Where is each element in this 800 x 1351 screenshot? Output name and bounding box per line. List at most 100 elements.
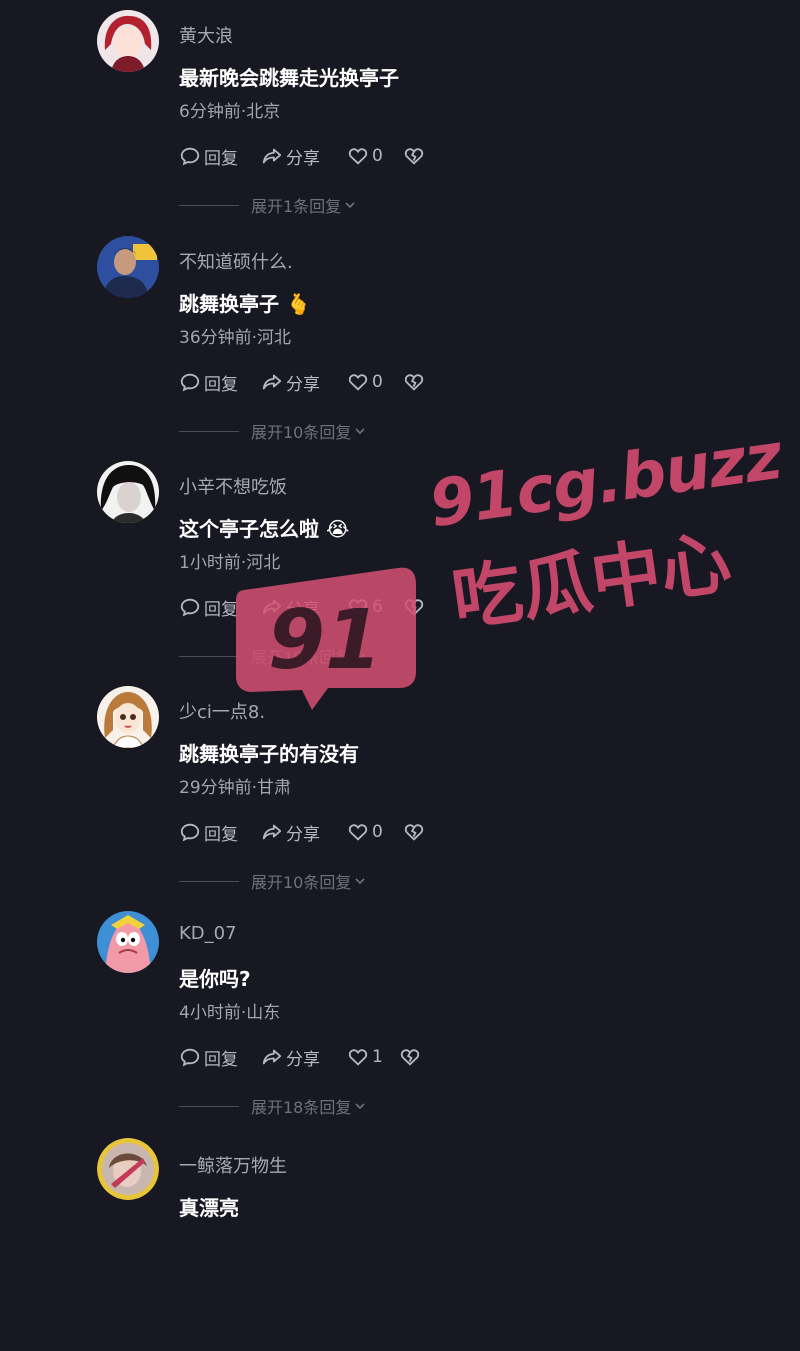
reply-label: 回复: [204, 599, 238, 620]
expand-divider: [179, 655, 239, 657]
share-button[interactable]: 分享: [261, 1044, 320, 1070]
dislike-button[interactable]: [403, 594, 428, 620]
comment-actions: 回复 分享 0: [179, 143, 459, 169]
comment-text: 这个亭子怎么啦 😭: [179, 517, 350, 541]
share-button[interactable]: 分享: [261, 143, 320, 169]
comment-username[interactable]: KD_07: [179, 923, 237, 944]
speech-bubble-icon: [180, 598, 200, 617]
like-count: 1: [372, 1047, 383, 1067]
comment-username[interactable]: 不知道硕什么.: [179, 248, 293, 274]
user-avatar-icon: [97, 911, 159, 973]
comment-username[interactable]: 黄大浪: [179, 22, 233, 48]
speech-bubble-icon: [180, 823, 200, 842]
like-count: 6: [372, 597, 383, 617]
comment-meta: 4小时前·山东: [179, 1003, 281, 1023]
broken-heart-icon: [400, 1049, 420, 1066]
speech-bubble-icon: [180, 147, 200, 166]
comment-meta: 36分钟前·河北: [179, 328, 292, 348]
comment-text: 跳舞换亭子的有没有: [179, 742, 359, 766]
comment-item: 一鲸落万物生 真漂亮: [0, 1126, 800, 1351]
like-button[interactable]: 1: [347, 1044, 383, 1070]
reply-label: 回复: [204, 824, 238, 845]
avatar[interactable]: [97, 1138, 159, 1200]
reply-button[interactable]: 回复: [179, 369, 238, 395]
share-label: 分享: [286, 1049, 320, 1070]
comment-item: 少ci一点8. 跳舞换亭子的有没有 29分钟前·甘肃 回复 分享 0 展开10条…: [0, 676, 800, 901]
share-label: 分享: [286, 824, 320, 845]
like-button[interactable]: 0: [347, 369, 383, 395]
comment-text: 跳舞换亭子 🫰: [179, 292, 311, 316]
share-arrow-icon: [262, 1049, 282, 1065]
expand-replies[interactable]: 展开10条回复: [179, 869, 366, 893]
share-button[interactable]: 分享: [261, 594, 320, 620]
share-button[interactable]: 分享: [261, 819, 320, 845]
expand-replies-label: 展开19条回复: [251, 648, 352, 667]
like-count: 0: [372, 372, 383, 392]
heart-icon: [348, 1049, 368, 1066]
broken-heart-icon: [404, 824, 424, 841]
expand-divider: [179, 1105, 239, 1107]
chevron-down-icon: [355, 428, 365, 435]
heart-icon: [348, 599, 368, 616]
reply-button[interactable]: 回复: [179, 143, 238, 169]
avatar[interactable]: [97, 686, 159, 748]
comment-username[interactable]: 少ci一点8.: [179, 698, 265, 724]
comment-username[interactable]: 小辛不想吃饭: [179, 473, 287, 499]
comment-actions: 回复 分享 0: [179, 819, 459, 845]
avatar[interactable]: [97, 236, 159, 298]
heart-icon: [348, 374, 368, 391]
reply-button[interactable]: 回复: [179, 1044, 238, 1070]
chevron-down-icon: [355, 878, 365, 885]
heart-icon: [348, 148, 368, 165]
dislike-button[interactable]: [403, 143, 428, 169]
broken-heart-icon: [404, 599, 424, 616]
share-label: 分享: [286, 148, 320, 169]
avatar[interactable]: [97, 461, 159, 523]
like-button[interactable]: 0: [347, 143, 383, 169]
speech-bubble-icon: [180, 1048, 200, 1067]
user-avatar-icon: [97, 686, 159, 748]
reply-button[interactable]: 回复: [179, 819, 238, 845]
expand-replies[interactable]: 展开19条回复: [179, 644, 366, 668]
user-avatar-icon: [97, 1138, 159, 1200]
chevron-down-icon: [345, 202, 355, 209]
chevron-down-icon: [355, 653, 365, 660]
share-arrow-icon: [262, 374, 282, 390]
avatar[interactable]: [97, 911, 159, 973]
comment-item: 黄大浪 最新晚会跳舞走光换亭子 6分钟前·北京 回复 分享 0 展开1条回复: [0, 0, 800, 225]
share-label: 分享: [286, 599, 320, 620]
broken-heart-icon: [404, 148, 424, 165]
comment-text: 真漂亮: [179, 1196, 239, 1220]
broken-heart-icon: [404, 374, 424, 391]
expand-replies[interactable]: 展开1条回复: [179, 193, 356, 217]
like-count: 0: [372, 822, 383, 842]
speech-bubble-icon: [180, 373, 200, 392]
share-button[interactable]: 分享: [261, 369, 320, 395]
share-arrow-icon: [262, 148, 282, 164]
like-button[interactable]: 0: [347, 819, 383, 845]
comment-item: KD_07 是你吗? 4小时前·山东 回复 分享 1 展开18条回复: [0, 901, 800, 1126]
comment-meta: 6分钟前·北京: [179, 102, 281, 122]
avatar[interactable]: [97, 10, 159, 72]
dislike-button[interactable]: [403, 819, 428, 845]
user-avatar-icon: [97, 236, 159, 298]
comment-username[interactable]: 一鲸落万物生: [179, 1152, 287, 1178]
expand-replies-label: 展开10条回复: [251, 423, 352, 442]
reply-button[interactable]: 回复: [179, 594, 238, 620]
expand-divider: [179, 880, 239, 882]
expand-divider: [179, 430, 239, 432]
comment-text: 最新晚会跳舞走光换亭子: [179, 66, 399, 90]
comment-meta: 29分钟前·甘肃: [179, 778, 292, 798]
dislike-button[interactable]: [403, 369, 428, 395]
expand-replies[interactable]: 展开10条回复: [179, 419, 366, 443]
expand-replies-label: 展开10条回复: [251, 873, 352, 892]
like-button[interactable]: 6: [347, 594, 383, 620]
comment-item: 小辛不想吃饭 这个亭子怎么啦 😭 1小时前·河北 回复 分享 6 展开19条回复: [0, 451, 800, 676]
comment-actions: 回复 分享 1: [179, 1044, 459, 1070]
expand-divider: [179, 204, 239, 206]
share-label: 分享: [286, 374, 320, 395]
expand-replies-label: 展开18条回复: [251, 1098, 352, 1117]
dislike-button[interactable]: [399, 1044, 424, 1070]
expand-replies[interactable]: 展开18条回复: [179, 1094, 366, 1118]
share-arrow-icon: [262, 824, 282, 840]
